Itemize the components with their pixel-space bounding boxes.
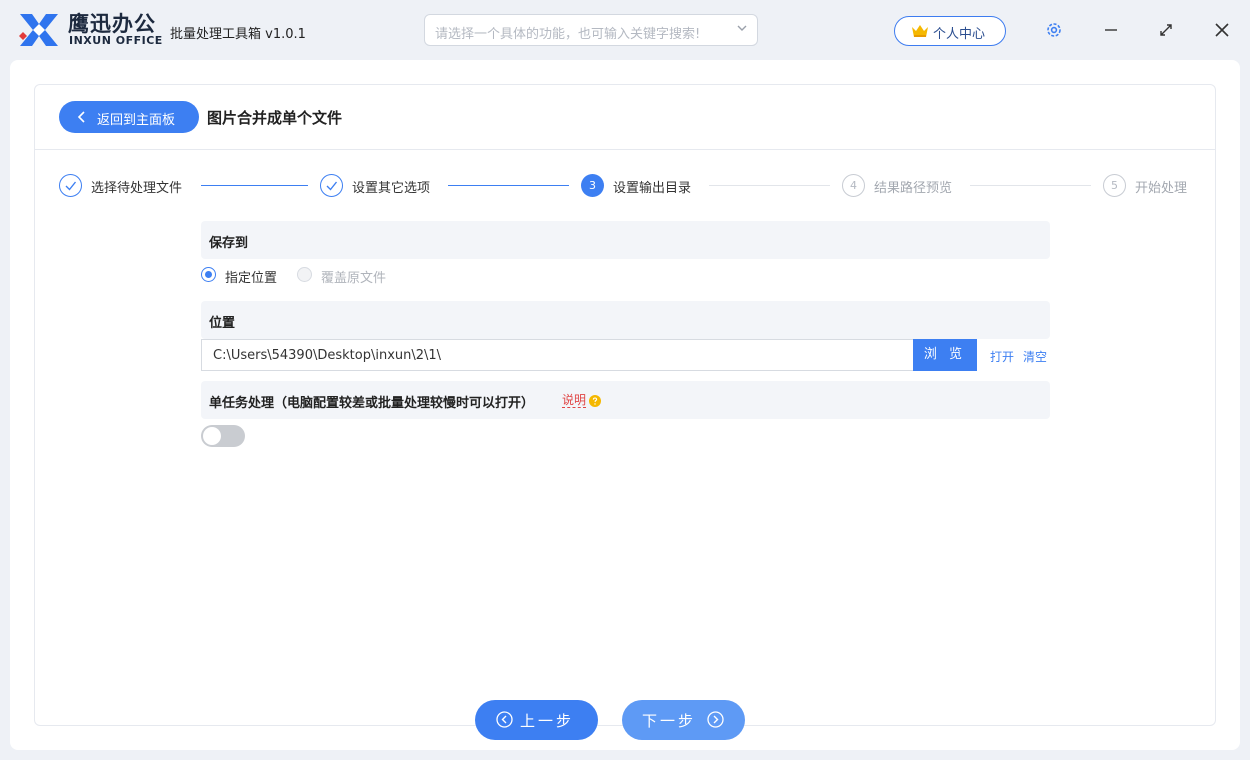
toggle-knob bbox=[203, 427, 221, 445]
step-4-label: 结果路径预览 bbox=[874, 181, 953, 196]
app-title: 批量处理工具箱 v1.0.1 bbox=[170, 27, 306, 42]
browse-button[interactable]: 浏 览 bbox=[913, 339, 977, 371]
header-divider bbox=[35, 149, 1215, 150]
specified-location-radio[interactable] bbox=[201, 267, 216, 282]
search-placeholder: 请选择一个具体的功能，也可输入关键字搜索! bbox=[435, 27, 701, 42]
chevron-left-icon bbox=[77, 111, 85, 123]
next-step-button[interactable]: 下一步 bbox=[622, 700, 745, 740]
step-2-check-icon bbox=[320, 174, 343, 197]
step-connector bbox=[709, 185, 830, 186]
save-to-title: 保存到 bbox=[209, 236, 249, 251]
back-button-label: 返回到主面板 bbox=[97, 113, 176, 128]
profile-center-button[interactable]: 个人中心 bbox=[894, 16, 1006, 46]
overwrite-original-radio[interactable] bbox=[297, 267, 312, 282]
location-section-header: 位置 bbox=[201, 301, 1050, 339]
close-icon[interactable] bbox=[1209, 17, 1235, 43]
arrow-left-circle-icon bbox=[496, 711, 513, 728]
chevron-down-icon[interactable] bbox=[735, 21, 749, 35]
step-3-label: 设置输出目录 bbox=[613, 181, 692, 196]
step-5-label: 开始处理 bbox=[1135, 181, 1188, 196]
location-title: 位置 bbox=[209, 316, 236, 331]
brand-name-en: INXUN OFFICE bbox=[69, 34, 163, 47]
overwrite-original-label[interactable]: 覆盖原文件 bbox=[321, 267, 386, 286]
maximize-icon[interactable] bbox=[1153, 17, 1179, 43]
arrow-right-circle-icon bbox=[707, 711, 724, 728]
gear-icon[interactable] bbox=[1045, 21, 1063, 39]
single-task-section-header: 单任务处理（电脑配置较差或批量处理较慢时可以打开） bbox=[201, 381, 1050, 419]
clear-path-link[interactable]: 清空 bbox=[1023, 348, 1047, 365]
step-5-number: 5 bbox=[1103, 174, 1126, 197]
single-task-toggle[interactable] bbox=[201, 425, 245, 447]
step-1-label: 选择待处理文件 bbox=[91, 181, 183, 196]
page-title: 图片合并成单个文件 bbox=[207, 109, 343, 127]
minimize-icon[interactable] bbox=[1098, 17, 1124, 43]
step-1-check-icon bbox=[59, 174, 82, 197]
inxun-logo-icon bbox=[19, 14, 58, 46]
previous-step-label: 上一步 bbox=[520, 712, 575, 730]
profile-center-label: 个人中心 bbox=[933, 27, 986, 42]
step-connector bbox=[970, 185, 1091, 186]
explain-link[interactable]: 说明 bbox=[562, 393, 587, 408]
output-path-input[interactable] bbox=[201, 339, 914, 371]
crown-icon bbox=[912, 25, 928, 37]
back-to-dashboard-button[interactable]: 返回到主面板 bbox=[59, 101, 199, 133]
specified-location-label[interactable]: 指定位置 bbox=[225, 267, 277, 286]
title-bar: 鹰迅办公 INXUN OFFICE 批量处理工具箱 v1.0.1 请选择一个具体… bbox=[0, 0, 1250, 60]
question-icon[interactable] bbox=[589, 395, 601, 407]
step-connector bbox=[201, 185, 308, 186]
step-2-label: 设置其它选项 bbox=[352, 181, 431, 196]
step-connector bbox=[448, 185, 569, 186]
save-to-section-header: 保存到 bbox=[201, 221, 1050, 259]
step-3-number: 3 bbox=[581, 174, 604, 197]
previous-step-button[interactable]: 上一步 bbox=[475, 700, 598, 740]
open-folder-link[interactable]: 打开 bbox=[990, 348, 1014, 365]
function-search-input[interactable]: 请选择一个具体的功能，也可输入关键字搜索! bbox=[424, 14, 758, 46]
next-step-label: 下一步 bbox=[642, 712, 697, 730]
single-task-title: 单任务处理（电脑配置较差或批量处理较慢时可以打开） bbox=[209, 396, 535, 411]
step-4-number: 4 bbox=[842, 174, 865, 197]
